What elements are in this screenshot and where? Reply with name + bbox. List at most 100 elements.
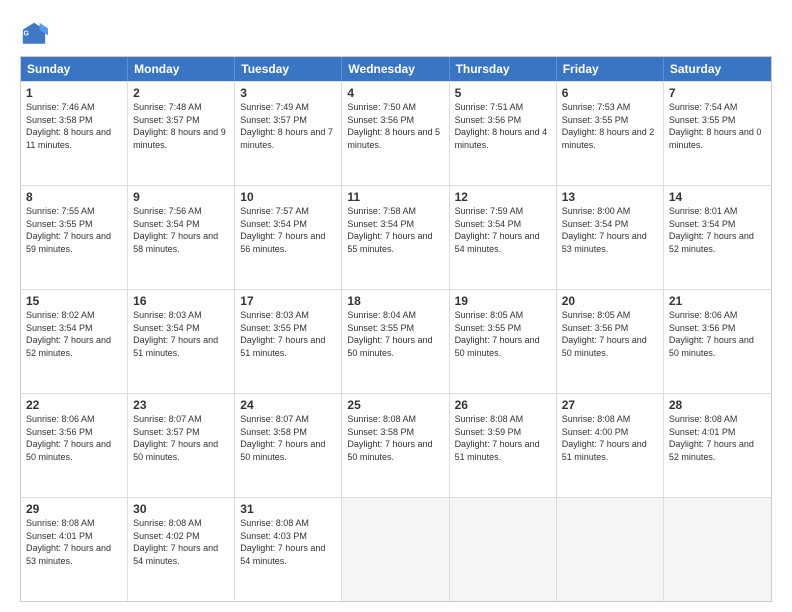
day-number: 11: [347, 190, 443, 204]
calendar-cell: 6Sunrise: 7:53 AMSunset: 3:55 PMDaylight…: [557, 82, 664, 185]
day-number: 6: [562, 86, 658, 100]
day-number: 23: [133, 398, 229, 412]
cell-info: Sunrise: 7:46 AMSunset: 3:58 PMDaylight:…: [26, 101, 122, 151]
calendar: SundayMondayTuesdayWednesdayThursdayFrid…: [20, 56, 772, 602]
header-day-saturday: Saturday: [664, 57, 771, 81]
calendar-cell: [342, 498, 449, 601]
cell-info: Sunrise: 7:54 AMSunset: 3:55 PMDaylight:…: [669, 101, 766, 151]
day-number: 14: [669, 190, 766, 204]
cell-info: Sunrise: 8:06 AMSunset: 3:56 PMDaylight:…: [669, 309, 766, 359]
cell-info: Sunrise: 8:08 AMSunset: 4:01 PMDaylight:…: [669, 413, 766, 463]
cell-info: Sunrise: 8:04 AMSunset: 3:55 PMDaylight:…: [347, 309, 443, 359]
calendar-cell: 5Sunrise: 7:51 AMSunset: 3:56 PMDaylight…: [450, 82, 557, 185]
cell-info: Sunrise: 8:00 AMSunset: 3:54 PMDaylight:…: [562, 205, 658, 255]
day-number: 4: [347, 86, 443, 100]
cell-info: Sunrise: 7:59 AMSunset: 3:54 PMDaylight:…: [455, 205, 551, 255]
cell-info: Sunrise: 7:51 AMSunset: 3:56 PMDaylight:…: [455, 101, 551, 151]
calendar-cell: 29Sunrise: 8:08 AMSunset: 4:01 PMDayligh…: [21, 498, 128, 601]
cell-info: Sunrise: 7:53 AMSunset: 3:55 PMDaylight:…: [562, 101, 658, 151]
day-number: 24: [240, 398, 336, 412]
calendar-cell: 21Sunrise: 8:06 AMSunset: 3:56 PMDayligh…: [664, 290, 771, 393]
calendar-cell: 12Sunrise: 7:59 AMSunset: 3:54 PMDayligh…: [450, 186, 557, 289]
day-number: 27: [562, 398, 658, 412]
calendar-cell: 24Sunrise: 8:07 AMSunset: 3:58 PMDayligh…: [235, 394, 342, 497]
cell-info: Sunrise: 8:05 AMSunset: 3:55 PMDaylight:…: [455, 309, 551, 359]
day-number: 16: [133, 294, 229, 308]
calendar-header: SundayMondayTuesdayWednesdayThursdayFrid…: [21, 57, 771, 81]
calendar-cell: 31Sunrise: 8:08 AMSunset: 4:03 PMDayligh…: [235, 498, 342, 601]
day-number: 25: [347, 398, 443, 412]
calendar-cell: 22Sunrise: 8:06 AMSunset: 3:56 PMDayligh…: [21, 394, 128, 497]
calendar-week-5: 29Sunrise: 8:08 AMSunset: 4:01 PMDayligh…: [21, 497, 771, 601]
cell-info: Sunrise: 7:48 AMSunset: 3:57 PMDaylight:…: [133, 101, 229, 151]
calendar-cell: 9Sunrise: 7:56 AMSunset: 3:54 PMDaylight…: [128, 186, 235, 289]
calendar-cell: 16Sunrise: 8:03 AMSunset: 3:54 PMDayligh…: [128, 290, 235, 393]
cell-info: Sunrise: 7:56 AMSunset: 3:54 PMDaylight:…: [133, 205, 229, 255]
day-number: 10: [240, 190, 336, 204]
calendar-cell: 14Sunrise: 8:01 AMSunset: 3:54 PMDayligh…: [664, 186, 771, 289]
cell-info: Sunrise: 7:49 AMSunset: 3:57 PMDaylight:…: [240, 101, 336, 151]
day-number: 3: [240, 86, 336, 100]
day-number: 2: [133, 86, 229, 100]
calendar-cell: 23Sunrise: 8:07 AMSunset: 3:57 PMDayligh…: [128, 394, 235, 497]
calendar-cell: 17Sunrise: 8:03 AMSunset: 3:55 PMDayligh…: [235, 290, 342, 393]
cell-info: Sunrise: 8:07 AMSunset: 3:58 PMDaylight:…: [240, 413, 336, 463]
svg-text:G: G: [24, 30, 30, 37]
calendar-cell: [664, 498, 771, 601]
day-number: 26: [455, 398, 551, 412]
calendar-cell: 28Sunrise: 8:08 AMSunset: 4:01 PMDayligh…: [664, 394, 771, 497]
day-number: 19: [455, 294, 551, 308]
day-number: 9: [133, 190, 229, 204]
calendar-cell: 25Sunrise: 8:08 AMSunset: 3:58 PMDayligh…: [342, 394, 449, 497]
day-number: 12: [455, 190, 551, 204]
page: G SundayMondayTuesdayWednesdayThursdayFr…: [0, 0, 792, 612]
header-day-thursday: Thursday: [450, 57, 557, 81]
cell-info: Sunrise: 8:08 AMSunset: 4:00 PMDaylight:…: [562, 413, 658, 463]
calendar-cell: 8Sunrise: 7:55 AMSunset: 3:55 PMDaylight…: [21, 186, 128, 289]
cell-info: Sunrise: 8:08 AMSunset: 3:58 PMDaylight:…: [347, 413, 443, 463]
calendar-cell: 13Sunrise: 8:00 AMSunset: 3:54 PMDayligh…: [557, 186, 664, 289]
calendar-week-1: 1Sunrise: 7:46 AMSunset: 3:58 PMDaylight…: [21, 81, 771, 185]
cell-info: Sunrise: 7:58 AMSunset: 3:54 PMDaylight:…: [347, 205, 443, 255]
day-number: 17: [240, 294, 336, 308]
logo-icon: G: [20, 20, 48, 48]
day-number: 20: [562, 294, 658, 308]
calendar-cell: 30Sunrise: 8:08 AMSunset: 4:02 PMDayligh…: [128, 498, 235, 601]
calendar-cell: 20Sunrise: 8:05 AMSunset: 3:56 PMDayligh…: [557, 290, 664, 393]
calendar-cell: 7Sunrise: 7:54 AMSunset: 3:55 PMDaylight…: [664, 82, 771, 185]
day-number: 5: [455, 86, 551, 100]
calendar-cell: [450, 498, 557, 601]
cell-info: Sunrise: 7:55 AMSunset: 3:55 PMDaylight:…: [26, 205, 122, 255]
day-number: 15: [26, 294, 122, 308]
cell-info: Sunrise: 8:05 AMSunset: 3:56 PMDaylight:…: [562, 309, 658, 359]
header-day-wednesday: Wednesday: [342, 57, 449, 81]
cell-info: Sunrise: 8:06 AMSunset: 3:56 PMDaylight:…: [26, 413, 122, 463]
cell-info: Sunrise: 8:02 AMSunset: 3:54 PMDaylight:…: [26, 309, 122, 359]
calendar-body: 1Sunrise: 7:46 AMSunset: 3:58 PMDaylight…: [21, 81, 771, 601]
day-number: 13: [562, 190, 658, 204]
calendar-cell: 4Sunrise: 7:50 AMSunset: 3:56 PMDaylight…: [342, 82, 449, 185]
cell-info: Sunrise: 8:03 AMSunset: 3:54 PMDaylight:…: [133, 309, 229, 359]
cell-info: Sunrise: 8:01 AMSunset: 3:54 PMDaylight:…: [669, 205, 766, 255]
header-day-friday: Friday: [557, 57, 664, 81]
cell-info: Sunrise: 8:08 AMSunset: 4:01 PMDaylight:…: [26, 517, 122, 567]
header-day-tuesday: Tuesday: [235, 57, 342, 81]
day-number: 31: [240, 502, 336, 516]
header-day-monday: Monday: [128, 57, 235, 81]
cell-info: Sunrise: 8:03 AMSunset: 3:55 PMDaylight:…: [240, 309, 336, 359]
calendar-cell: 19Sunrise: 8:05 AMSunset: 3:55 PMDayligh…: [450, 290, 557, 393]
calendar-cell: 27Sunrise: 8:08 AMSunset: 4:00 PMDayligh…: [557, 394, 664, 497]
calendar-cell: 3Sunrise: 7:49 AMSunset: 3:57 PMDaylight…: [235, 82, 342, 185]
day-number: 21: [669, 294, 766, 308]
day-number: 30: [133, 502, 229, 516]
calendar-cell: 15Sunrise: 8:02 AMSunset: 3:54 PMDayligh…: [21, 290, 128, 393]
day-number: 7: [669, 86, 766, 100]
header-day-sunday: Sunday: [21, 57, 128, 81]
calendar-week-2: 8Sunrise: 7:55 AMSunset: 3:55 PMDaylight…: [21, 185, 771, 289]
calendar-cell: 1Sunrise: 7:46 AMSunset: 3:58 PMDaylight…: [21, 82, 128, 185]
calendar-week-3: 15Sunrise: 8:02 AMSunset: 3:54 PMDayligh…: [21, 289, 771, 393]
day-number: 18: [347, 294, 443, 308]
day-number: 28: [669, 398, 766, 412]
cell-info: Sunrise: 8:08 AMSunset: 4:02 PMDaylight:…: [133, 517, 229, 567]
cell-info: Sunrise: 8:07 AMSunset: 3:57 PMDaylight:…: [133, 413, 229, 463]
